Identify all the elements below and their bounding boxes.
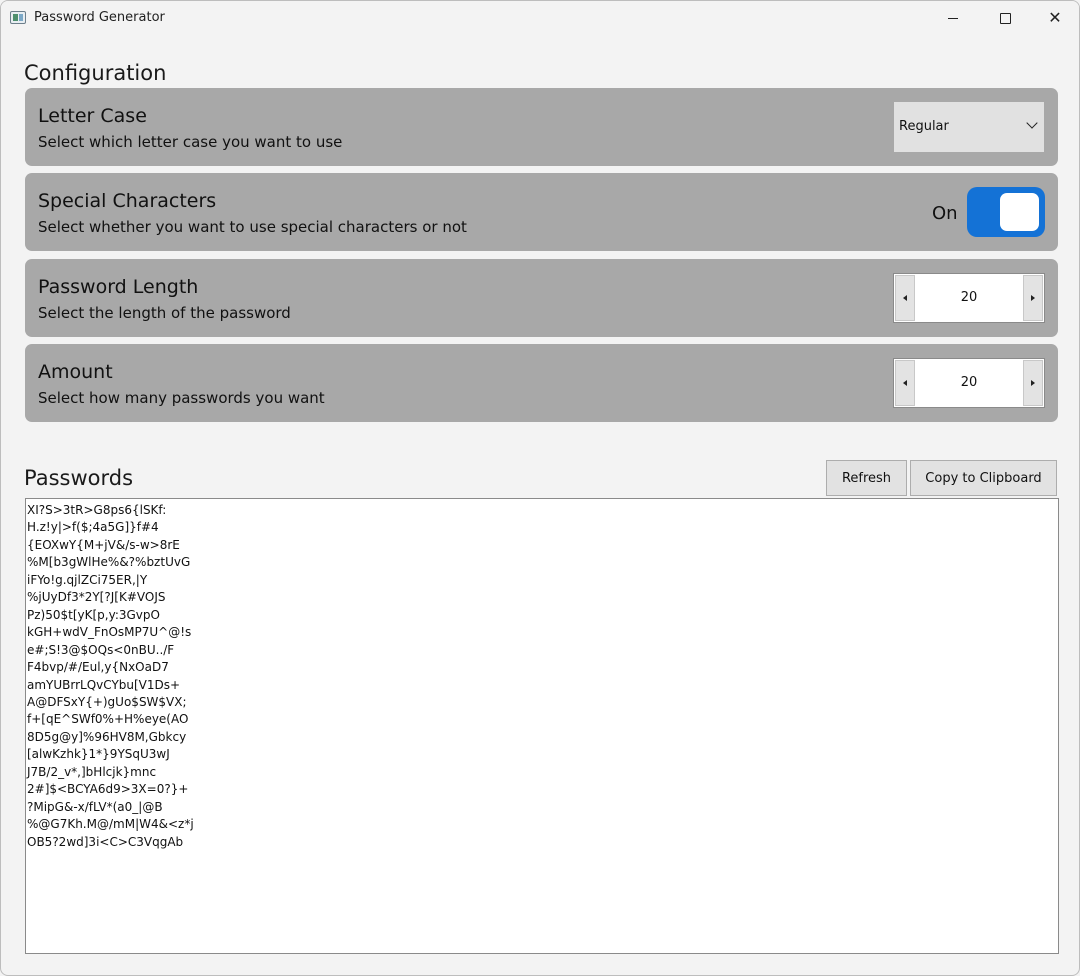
close-button[interactable]: ✕ — [1031, 1, 1079, 35]
configuration-heading: Configuration — [24, 61, 167, 85]
app-window: Password Generator ✕ Configuration Lette… — [0, 0, 1080, 976]
password-line: %M[b3gWlHe%&?%bztUvG — [27, 555, 191, 570]
refresh-button[interactable]: Refresh — [826, 460, 907, 496]
password-line: ?MipG&-x/fLV*(a0_|@B — [27, 799, 163, 814]
arrow-right-icon — [1031, 295, 1035, 301]
title-bar[interactable]: Password Generator ✕ — [1, 1, 1079, 35]
password-line: F4bvp/#/Eul,y{NxOaD7 — [27, 660, 169, 675]
close-icon: ✕ — [1048, 8, 1062, 27]
special-characters-description: Select whether you want to use special c… — [38, 218, 467, 236]
password-line: XI?S>3tR>G8ps6{lSKf: — [27, 503, 167, 517]
amount-stepper[interactable]: 20 — [893, 358, 1045, 408]
letter-case-card: Letter Case Select which letter case you… — [25, 88, 1058, 166]
special-characters-toggle[interactable] — [967, 187, 1045, 237]
special-characters-title: Special Characters — [38, 190, 217, 212]
password-line: e#;S!3@$OQs<0nBU../F — [27, 642, 175, 657]
password-length-decrement-button[interactable] — [895, 275, 915, 321]
arrow-right-icon — [1031, 380, 1035, 386]
minimize-button[interactable] — [929, 1, 977, 35]
password-line: Pz)50$t[yK[p,y:3GvpO — [27, 607, 160, 622]
arrow-left-icon — [903, 380, 907, 386]
toggle-knob — [1000, 193, 1039, 231]
password-line: iFYo!g.qjlZCi75ER,|Y — [27, 572, 148, 587]
arrow-left-icon — [903, 295, 907, 301]
chevron-down-icon — [1026, 117, 1038, 129]
minimize-icon — [948, 17, 958, 19]
password-line: %@G7Kh.M@/mM|W4&<z*j — [27, 817, 194, 832]
letter-case-dropdown[interactable]: Regular — [894, 102, 1044, 152]
password-line: A@DFSxY{+)gUo$SW$VX; — [27, 694, 187, 709]
password-length-description: Select the length of the password — [38, 304, 291, 322]
password-line: J7B/2_v*,]bHlcjk}mnc — [27, 764, 157, 779]
password-length-title: Password Length — [38, 276, 199, 298]
maximize-icon — [999, 12, 1011, 24]
special-characters-card: Special Characters Select whether you wa… — [25, 173, 1058, 251]
letter-case-title: Letter Case — [38, 105, 147, 127]
amount-title: Amount — [38, 361, 113, 383]
passwords-heading: Passwords — [24, 466, 134, 490]
amount-description: Select how many passwords you want — [38, 389, 325, 407]
amount-increment-button[interactable] — [1023, 360, 1043, 406]
password-length-stepper[interactable]: 20 — [893, 273, 1045, 323]
amount-decrement-button[interactable] — [895, 360, 915, 406]
password-length-card: Password Length Select the length of the… — [25, 259, 1058, 337]
app-icon — [10, 11, 26, 24]
password-line: f+[qE^SWf0%+H%eye(AO — [27, 712, 189, 727]
copy-to-clipboard-button[interactable]: Copy to Clipboard — [910, 460, 1057, 496]
password-line: [alwKzhk}1*}9YSqU3wJ — [27, 747, 170, 762]
password-list: XI?S>3tR>G8ps6{lSKf: H.z!y|>f($;4a5G]}f#4… — [27, 502, 1058, 851]
window-title: Password Generator — [34, 10, 165, 25]
amount-card: Amount Select how many passwords you wan… — [25, 344, 1058, 422]
letter-case-selected: Regular — [899, 119, 949, 134]
maximize-button[interactable] — [981, 1, 1029, 35]
password-line: 2#]$<BCYA6d9>3X=0?}+ — [27, 782, 189, 797]
password-line: kGH+wdV_FnOsMP7U^@!s — [27, 625, 192, 640]
password-length-value[interactable]: 20 — [916, 290, 1022, 305]
password-line: 8D5g@y]%96HV8M,Gbkcy — [27, 729, 187, 744]
password-length-increment-button[interactable] — [1023, 275, 1043, 321]
letter-case-description: Select which letter case you want to use — [38, 133, 343, 151]
passwords-output[interactable]: XI?S>3tR>G8ps6{lSKf: H.z!y|>f($;4a5G]}f#4… — [25, 498, 1059, 954]
password-line: H.z!y|>f($;4a5G]}f#4 — [27, 520, 159, 535]
amount-value[interactable]: 20 — [916, 375, 1022, 390]
password-line: OB5?2wd]3i<C>C3VqgAb — [27, 834, 184, 849]
password-line: %jUyDf3*2Y[?J[K#VOJS — [27, 590, 166, 605]
password-line: {EOXwY{M+jV&/s-w>8rE — [27, 537, 180, 552]
password-line: amYUBrrLQvCYbu[V1Ds+ — [27, 677, 181, 692]
toggle-state-label: On — [932, 203, 958, 224]
